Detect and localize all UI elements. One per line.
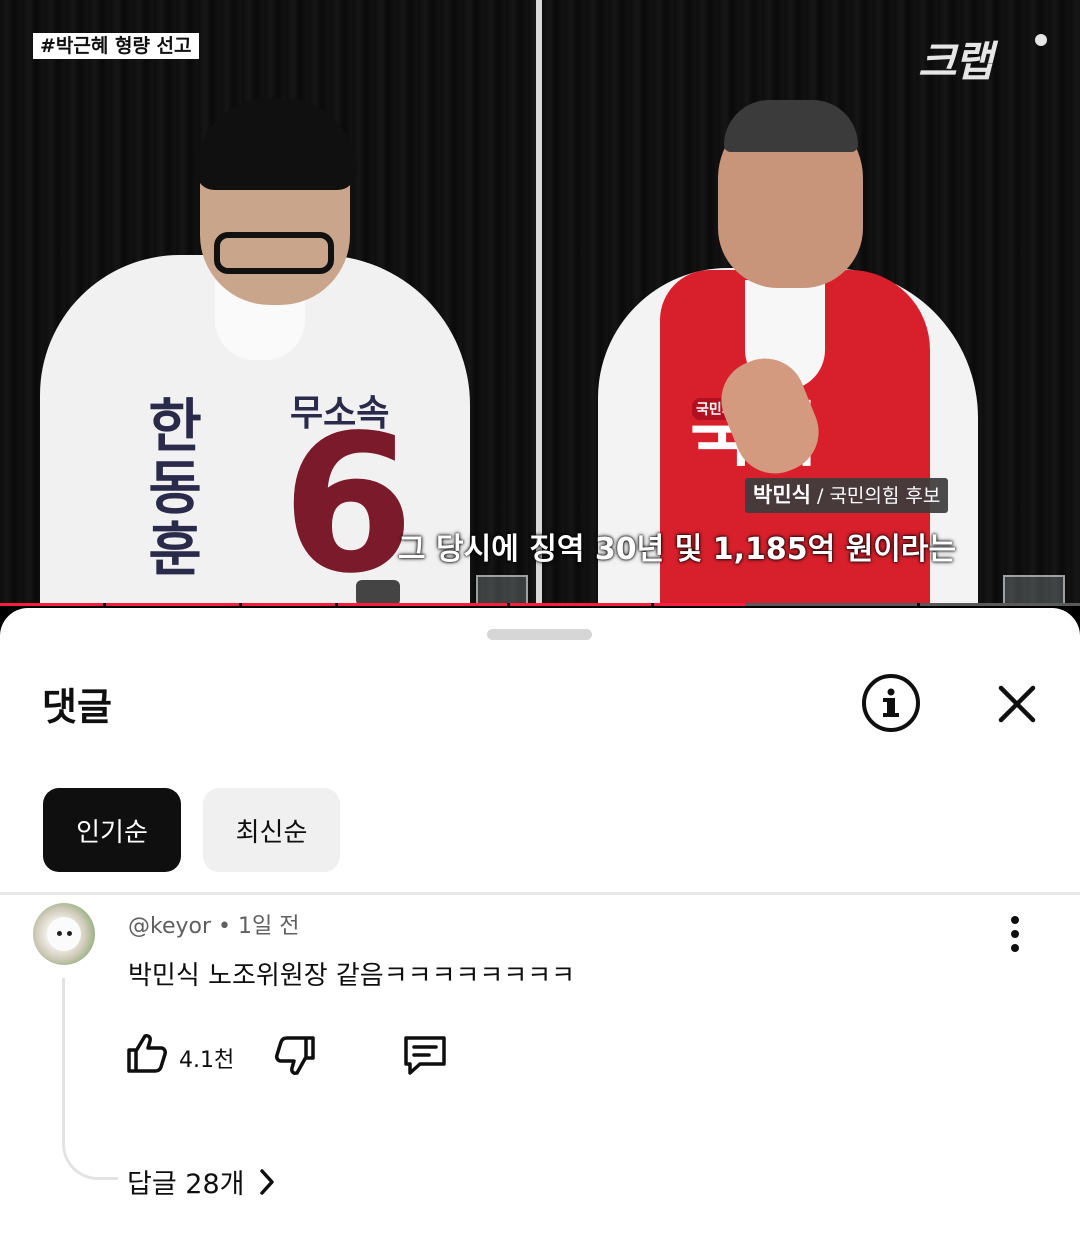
comment-time: 1일 전 bbox=[238, 914, 300, 939]
water-glass bbox=[1003, 575, 1065, 606]
chapter-gap bbox=[917, 603, 920, 606]
chapter-gap bbox=[103, 603, 106, 606]
info-circle-icon[interactable] bbox=[862, 674, 920, 732]
video-right-panel: 국회 국민의 bbox=[542, 0, 1080, 606]
reply-icon[interactable] bbox=[400, 1032, 450, 1078]
left-candidate-name: 한동훈 bbox=[148, 392, 202, 584]
more-dot bbox=[1011, 916, 1019, 924]
more-dot bbox=[1011, 930, 1019, 938]
video-player[interactable]: 한동훈 무소속 6 국회 국민의 #박근혜 형량 선고 크랩 박민식 / 국민의… bbox=[0, 0, 1080, 606]
avatar-eye bbox=[67, 931, 72, 936]
sort-chip-top[interactable]: 인기순 bbox=[43, 788, 181, 872]
drag-handle[interactable] bbox=[487, 629, 592, 640]
chapter-gap bbox=[651, 603, 654, 606]
sort-chip-newest[interactable]: 최신순 bbox=[203, 788, 340, 872]
video-progress-bar[interactable] bbox=[0, 603, 1080, 606]
avatar-dog bbox=[47, 917, 81, 951]
thumbs-down-icon[interactable] bbox=[272, 1034, 318, 1080]
speaker-caption: 박민식 / 국민의힘 후보 bbox=[745, 478, 949, 513]
close-icon[interactable] bbox=[993, 680, 1041, 728]
more-dot bbox=[1011, 944, 1019, 952]
channel-logo-dot bbox=[1035, 34, 1047, 46]
water-glass bbox=[476, 575, 528, 606]
video-subtitle: 그 당시에 징역 30년 및 1,185억 원이라는 bbox=[398, 532, 957, 567]
chevron-right-icon bbox=[260, 1168, 275, 1195]
thumbs-up-icon[interactable] bbox=[124, 1030, 170, 1076]
like-count: 4.1천 bbox=[179, 1048, 235, 1073]
speaker-role: / 국민의힘 후보 bbox=[817, 485, 941, 507]
header-divider bbox=[0, 892, 1080, 895]
left-person-hair bbox=[196, 98, 356, 190]
left-candidate-number: 6 bbox=[282, 394, 415, 606]
channel-logo: 크랩 bbox=[918, 37, 993, 86]
video-left-panel: 한동훈 무소속 6 bbox=[0, 0, 536, 606]
meta-separator: • bbox=[218, 914, 238, 939]
comment-meta: @keyor • 1일 전 bbox=[128, 908, 299, 940]
reply-thread-line bbox=[62, 978, 118, 1180]
video-progress-fill bbox=[0, 603, 746, 606]
chapter-gap bbox=[507, 603, 510, 606]
avatar[interactable] bbox=[33, 903, 95, 965]
replies-label: 답글 28개 bbox=[127, 1169, 245, 1200]
left-person-glasses bbox=[214, 232, 334, 274]
right-person-hair bbox=[724, 100, 858, 152]
speaker-name: 박민식 bbox=[753, 483, 811, 507]
more-vertical-icon[interactable] bbox=[1002, 914, 1030, 954]
video-hashtag: #박근혜 형량 선고 bbox=[33, 33, 199, 59]
avatar-eye bbox=[57, 931, 62, 936]
sheet-title: 댓글 bbox=[42, 685, 112, 729]
comment-author[interactable]: @keyor bbox=[128, 914, 211, 939]
comment-text: 박민식 노조위원장 같음ㅋㅋㅋㅋㅋㅋㅋㅋ bbox=[128, 961, 576, 991]
comments-sheet: 댓글 인기순 최신순 @keyor • 1일 전 박민식 노조위원장 같음ㅋㅋㅋ… bbox=[0, 608, 1080, 1236]
view-replies-button[interactable]: 답글 28개 bbox=[127, 1162, 276, 1201]
chapter-gap bbox=[239, 603, 242, 606]
chapter-gap bbox=[335, 603, 338, 606]
